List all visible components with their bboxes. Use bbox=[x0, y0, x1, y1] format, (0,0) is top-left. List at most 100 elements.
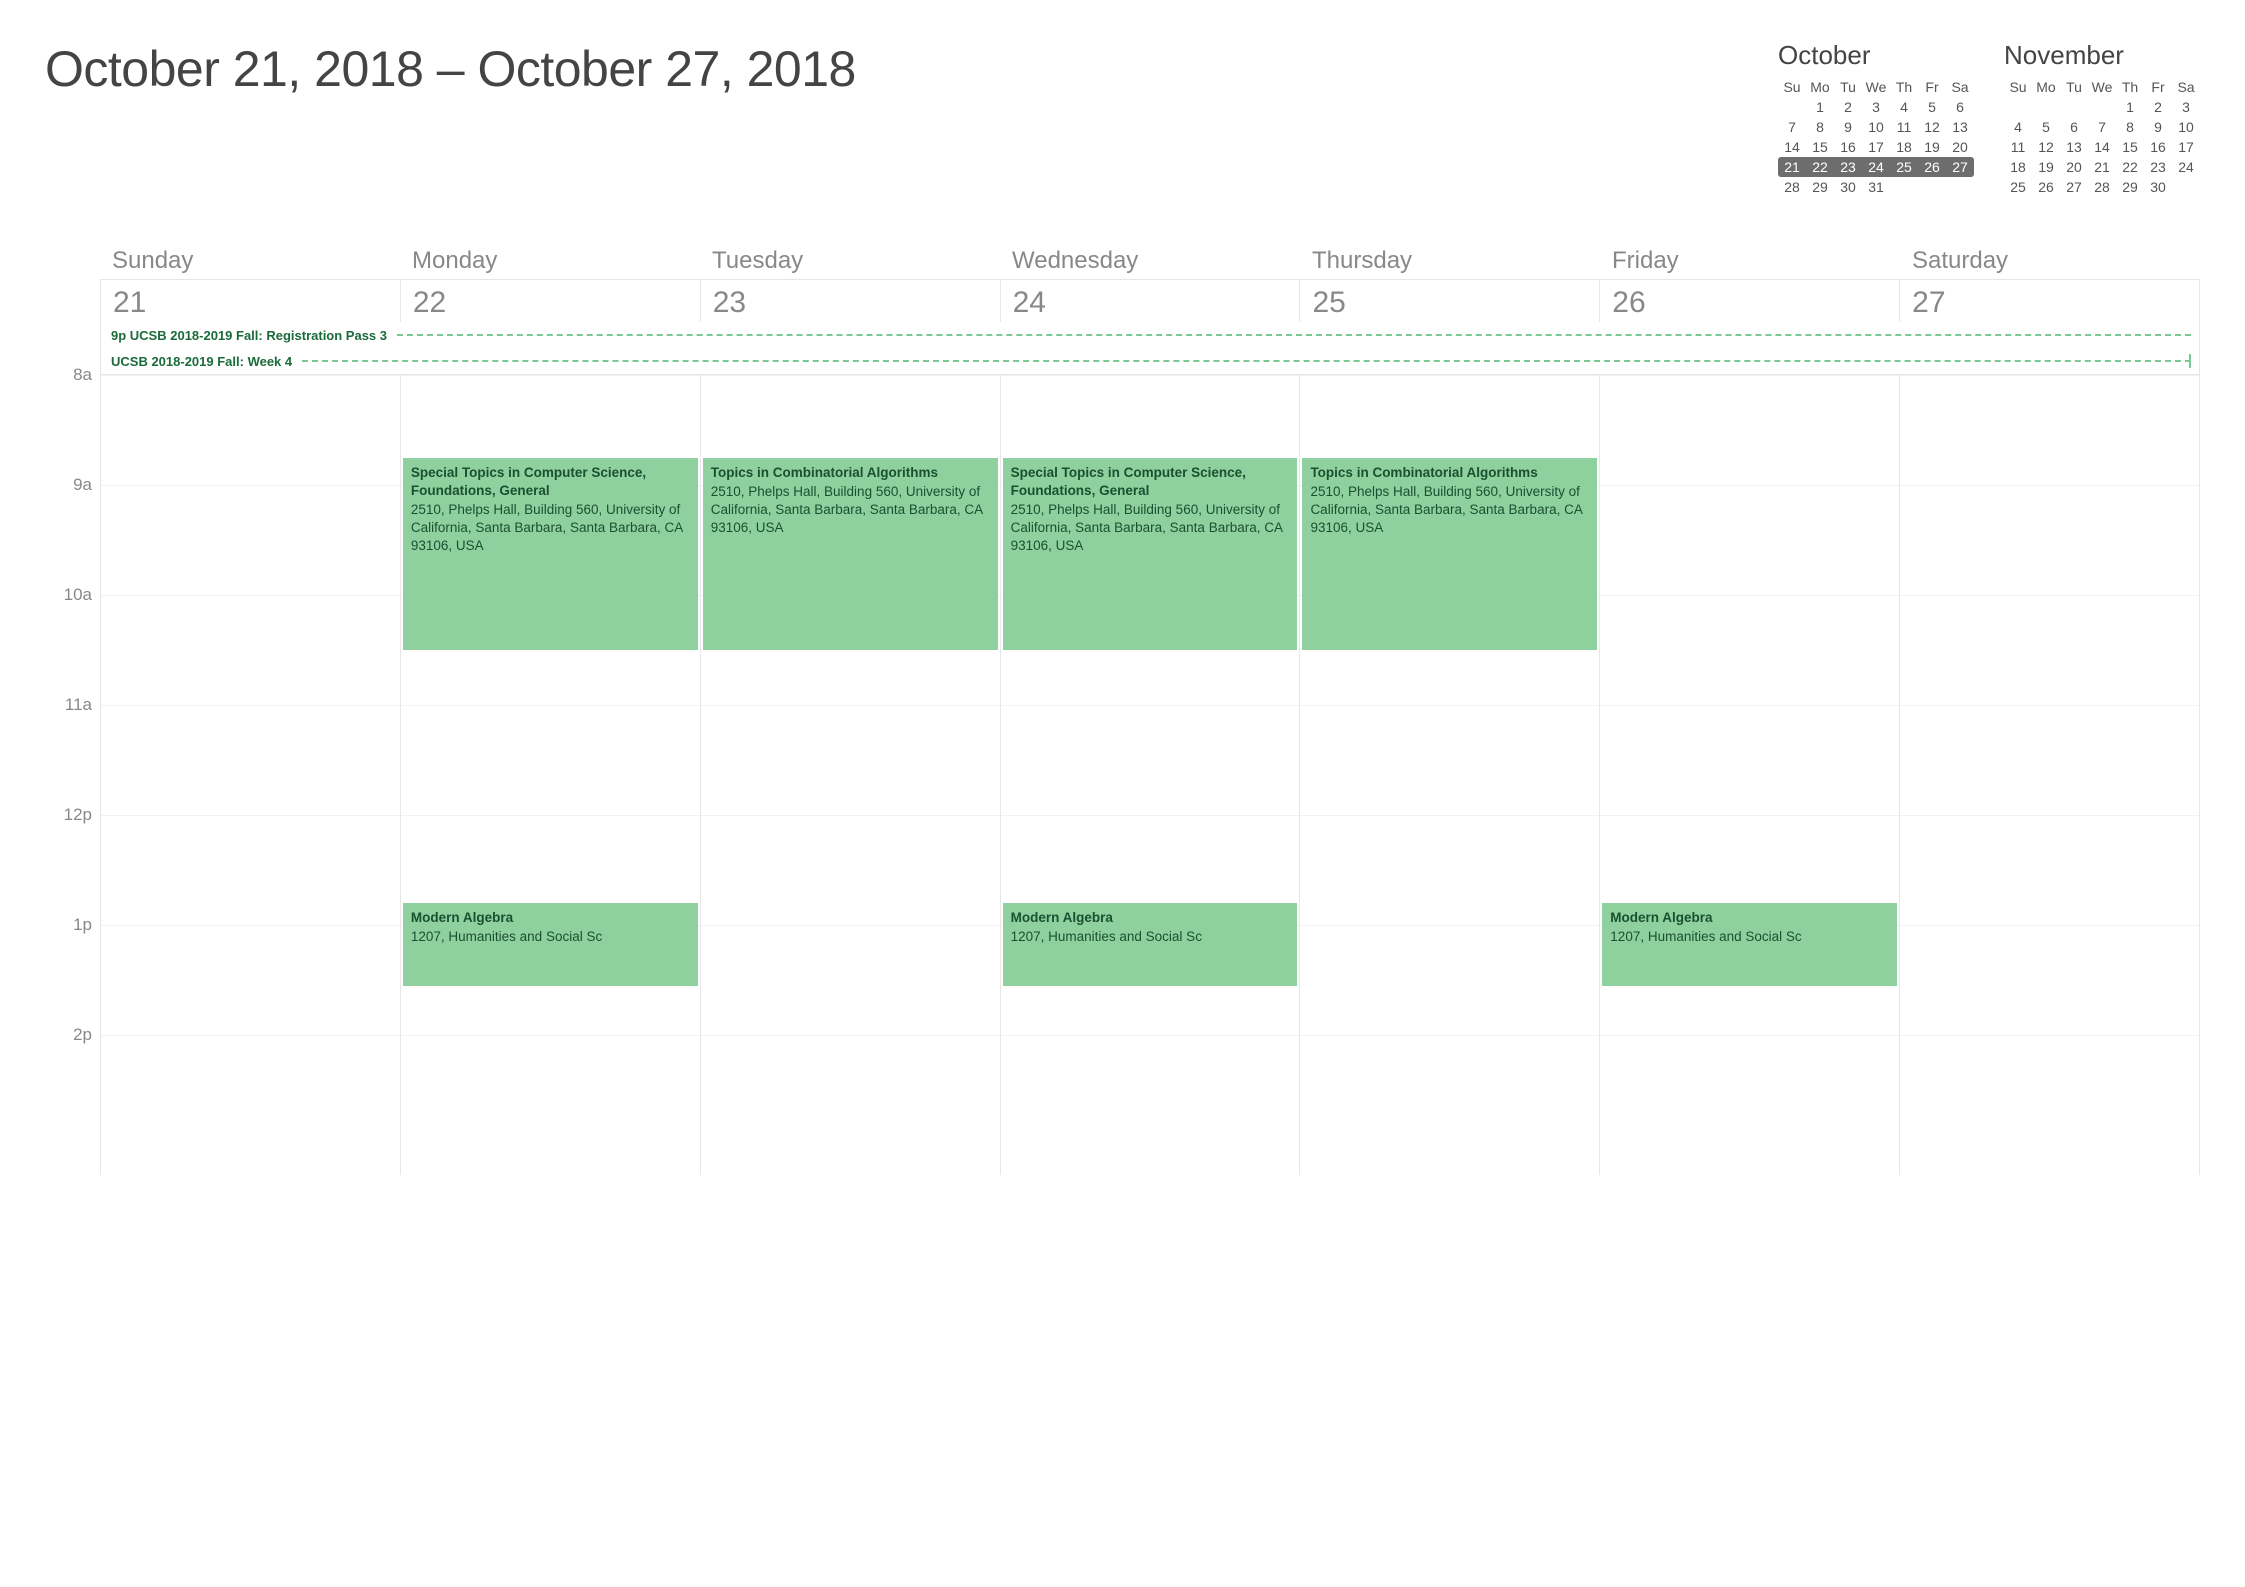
mini-calendar-day[interactable]: 17 bbox=[2172, 137, 2200, 157]
mini-calendar-day[interactable]: 11 bbox=[2004, 137, 2032, 157]
calendar-event[interactable]: Topics in Combinatorial Algorithms2510, … bbox=[1302, 458, 1597, 651]
mini-calendar-day[interactable]: 15 bbox=[2116, 137, 2144, 157]
mini-calendar-day bbox=[2004, 97, 2032, 117]
mini-calendar-day[interactable]: 27 bbox=[1946, 157, 1974, 177]
mini-calendar-day[interactable]: 25 bbox=[2004, 177, 2032, 197]
mini-calendar-day[interactable]: 8 bbox=[2116, 117, 2144, 137]
page-title: October 21, 2018 – October 27, 2018 bbox=[45, 40, 856, 98]
mini-calendar-day[interactable]: 3 bbox=[1862, 97, 1890, 117]
mini-calendar-day[interactable]: 29 bbox=[1806, 177, 1834, 197]
event-location: 1207, Humanities and Social Sc bbox=[1011, 928, 1290, 946]
mini-calendar-day[interactable]: 8 bbox=[1806, 117, 1834, 137]
mini-calendar-day[interactable]: 29 bbox=[2116, 177, 2144, 197]
mini-calendar-day[interactable]: 14 bbox=[1778, 137, 1806, 157]
day-column[interactable]: Special Topics in Computer Science, Foun… bbox=[400, 375, 700, 1175]
mini-calendar-day[interactable]: 12 bbox=[1918, 117, 1946, 137]
mini-calendar-day[interactable]: 26 bbox=[1918, 157, 1946, 177]
mini-calendar-day[interactable]: 12 bbox=[2032, 137, 2060, 157]
day-number[interactable]: 26 bbox=[1599, 280, 1899, 322]
event-title: Topics in Combinatorial Algorithms bbox=[711, 464, 990, 482]
mini-calendar-day[interactable]: 24 bbox=[1862, 157, 1890, 177]
mini-calendar-day[interactable]: 7 bbox=[2088, 117, 2116, 137]
mini-calendar-day bbox=[1918, 177, 1946, 197]
mini-calendar-day[interactable]: 26 bbox=[2032, 177, 2060, 197]
mini-calendar[interactable]: NovemberSuMoTuWeThFrSa123456789101112131… bbox=[2004, 40, 2200, 197]
mini-calendar-day[interactable]: 13 bbox=[2060, 137, 2088, 157]
mini-calendar-day[interactable]: 9 bbox=[2144, 117, 2172, 137]
calendar-event[interactable]: Modern Algebra1207, Humanities and Socia… bbox=[1602, 903, 1897, 986]
day-column[interactable]: Topics in Combinatorial Algorithms2510, … bbox=[1299, 375, 1599, 1175]
mini-calendar-day[interactable]: 24 bbox=[2172, 157, 2200, 177]
day-column[interactable] bbox=[1899, 375, 2199, 1175]
mini-calendar-day[interactable]: 20 bbox=[2060, 157, 2088, 177]
mini-calendar-day[interactable]: 27 bbox=[2060, 177, 2088, 197]
mini-calendar-day[interactable]: 30 bbox=[1834, 177, 1862, 197]
mini-calendar-day[interactable]: 18 bbox=[2004, 157, 2032, 177]
day-column[interactable]: Topics in Combinatorial Algorithms2510, … bbox=[700, 375, 1000, 1175]
time-label: 11a bbox=[65, 695, 92, 715]
mini-calendar-day[interactable]: 16 bbox=[1834, 137, 1862, 157]
mini-calendar-day[interactable]: 28 bbox=[1778, 177, 1806, 197]
mini-calendar-day[interactable]: 19 bbox=[1918, 137, 1946, 157]
mini-calendar-day[interactable]: 25 bbox=[1890, 157, 1918, 177]
mini-calendar-day[interactable]: 22 bbox=[2116, 157, 2144, 177]
day-column[interactable]: Modern Algebra1207, Humanities and Socia… bbox=[1599, 375, 1899, 1175]
time-label: 10a bbox=[64, 585, 92, 605]
mini-calendar-day[interactable]: 4 bbox=[2004, 117, 2032, 137]
mini-calendar-day[interactable]: 23 bbox=[2144, 157, 2172, 177]
mini-calendar-day[interactable]: 3 bbox=[2172, 97, 2200, 117]
mini-calendar-day[interactable]: 17 bbox=[1862, 137, 1890, 157]
mini-calendar-day[interactable]: 19 bbox=[2032, 157, 2060, 177]
mini-calendar-day[interactable]: 10 bbox=[1862, 117, 1890, 137]
mini-calendar-day[interactable]: 2 bbox=[2144, 97, 2172, 117]
day-number[interactable]: 22 bbox=[400, 280, 700, 322]
calendar-event[interactable]: Modern Algebra1207, Humanities and Socia… bbox=[1003, 903, 1298, 986]
allday-event[interactable]: 9p UCSB 2018-2019 Fall: Registration Pas… bbox=[101, 325, 397, 346]
day-number[interactable]: 25 bbox=[1299, 280, 1599, 322]
mini-calendar-day[interactable]: 4 bbox=[1890, 97, 1918, 117]
event-title: Topics in Combinatorial Algorithms bbox=[1310, 464, 1589, 482]
mini-calendar-day[interactable]: 1 bbox=[1806, 97, 1834, 117]
day-number[interactable]: 23 bbox=[700, 280, 1000, 322]
calendar-event[interactable]: Special Topics in Computer Science, Foun… bbox=[403, 458, 698, 651]
event-title: Special Topics in Computer Science, Foun… bbox=[1011, 464, 1290, 500]
mini-calendar-day[interactable]: 31 bbox=[1862, 177, 1890, 197]
mini-calendar[interactable]: OctoberSuMoTuWeThFrSa1234567891011121314… bbox=[1778, 40, 1974, 197]
mini-calendar-day[interactable]: 23 bbox=[1834, 157, 1862, 177]
mini-calendar-day[interactable]: 15 bbox=[1806, 137, 1834, 157]
mini-calendar-day[interactable]: 11 bbox=[1890, 117, 1918, 137]
mini-calendar-day[interactable]: 13 bbox=[1946, 117, 1974, 137]
mini-calendar-day[interactable]: 10 bbox=[2172, 117, 2200, 137]
mini-calendar-day[interactable]: 18 bbox=[1890, 137, 1918, 157]
mini-calendar-day[interactable]: 28 bbox=[2088, 177, 2116, 197]
mini-calendar-day[interactable]: 21 bbox=[2088, 157, 2116, 177]
day-number[interactable]: 21 bbox=[100, 280, 400, 322]
calendar-event[interactable]: Topics in Combinatorial Algorithms2510, … bbox=[703, 458, 998, 651]
mini-calendar-day[interactable]: 16 bbox=[2144, 137, 2172, 157]
mini-calendar-day[interactable]: 1 bbox=[2116, 97, 2144, 117]
mini-calendar-day[interactable]: 5 bbox=[1918, 97, 1946, 117]
mini-calendar-day[interactable]: 6 bbox=[1946, 97, 1974, 117]
mini-calendar-day[interactable]: 30 bbox=[2144, 177, 2172, 197]
mini-calendar-day[interactable]: 7 bbox=[1778, 117, 1806, 137]
mini-calendar-title: October bbox=[1778, 40, 1974, 71]
mini-calendar-day[interactable]: 5 bbox=[2032, 117, 2060, 137]
calendar-event[interactable]: Special Topics in Computer Science, Foun… bbox=[1003, 458, 1298, 651]
mini-calendar-day[interactable]: 20 bbox=[1946, 137, 1974, 157]
day-column[interactable]: Special Topics in Computer Science, Foun… bbox=[1000, 375, 1300, 1175]
allday-event[interactable]: UCSB 2018-2019 Fall: Week 4 bbox=[101, 351, 302, 372]
calendar-event[interactable]: Modern Algebra1207, Humanities and Socia… bbox=[403, 903, 698, 986]
time-label: 1p bbox=[73, 915, 92, 935]
day-column[interactable] bbox=[100, 375, 400, 1175]
event-title: Modern Algebra bbox=[1610, 909, 1889, 927]
mini-calendar-day[interactable]: 9 bbox=[1834, 117, 1862, 137]
mini-calendar-day[interactable]: 22 bbox=[1806, 157, 1834, 177]
event-location: 1207, Humanities and Social Sc bbox=[1610, 928, 1889, 946]
day-number[interactable]: 24 bbox=[1000, 280, 1300, 322]
time-label: 12p bbox=[64, 805, 92, 825]
mini-calendar-day[interactable]: 14 bbox=[2088, 137, 2116, 157]
day-number[interactable]: 27 bbox=[1899, 280, 2200, 322]
mini-calendar-day[interactable]: 6 bbox=[2060, 117, 2088, 137]
mini-calendar-day[interactable]: 2 bbox=[1834, 97, 1862, 117]
mini-calendar-day[interactable]: 21 bbox=[1778, 157, 1806, 177]
